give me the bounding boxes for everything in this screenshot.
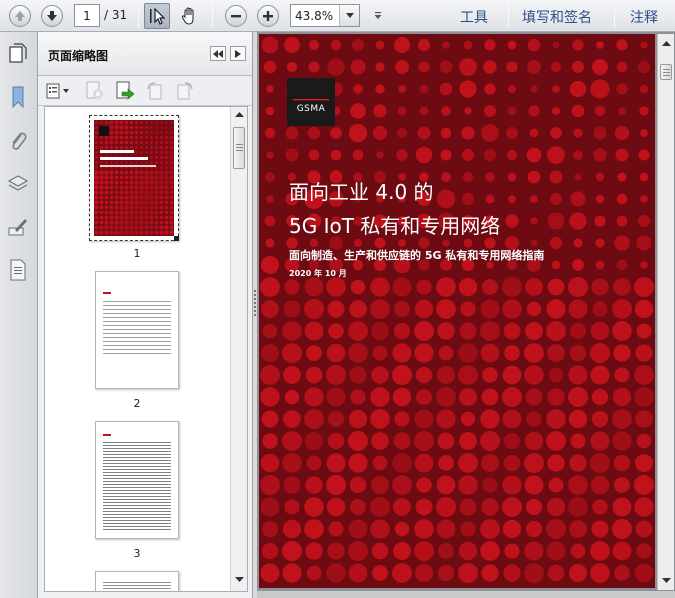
panel-header: 页面缩略图 [38,32,252,76]
cover-title-line1: 面向工业 4.0 的 [289,180,434,204]
panel-next-button[interactable] [230,46,246,61]
plus-icon [257,5,279,27]
toolbar-separator [138,4,139,28]
thumbnail-scroll-thumb[interactable] [233,127,245,169]
hand-tool-button[interactable] [178,4,202,28]
comment-link[interactable]: 注释 [630,7,658,27]
tools-link[interactable]: 工具 [460,7,488,27]
panel-tools [38,76,252,106]
thumbnail-1-label: 1 [133,247,141,260]
navigation-icon-bar [0,32,38,598]
collapse-panel-button[interactable] [210,46,226,61]
cover-pattern-mini [94,120,174,235]
gsma-logo: GSMA [287,78,335,126]
rotate-ccw-button[interactable] [144,81,166,105]
pages-icon [9,43,27,63]
document-scrollbar[interactable] [657,34,674,590]
select-tool-button[interactable] [144,3,170,29]
toolbar-more-button[interactable] [366,4,390,28]
chevron-right-icon [235,49,241,58]
thumbnails-panel: 页面缩略图 1 2 3 [38,32,252,598]
page-number-value: 1 [83,8,91,23]
chevron-down-icon [345,12,354,18]
logo-text: GSMA [296,104,326,114]
zoom-in-button[interactable] [256,4,280,28]
zoom-dropdown-button[interactable] [339,5,359,26]
zoom-out-button[interactable] [224,4,248,28]
layers-nav-button[interactable] [5,170,31,196]
options-menu-button[interactable] [46,82,72,100]
bookmark-icon [12,86,24,108]
scroll-up-icon [662,41,671,46]
insert-page-icon [116,81,135,100]
scroll-down-icon [662,578,671,583]
arrow-down-icon [41,5,63,27]
toolbar-separator [212,4,213,28]
attachments-nav-button[interactable] [5,128,31,154]
toolbar-separator [508,4,509,28]
arrow-up-icon [9,5,31,27]
more-menu-icon [374,12,382,19]
thumbnail-2-label: 2 [133,397,141,410]
insert-page-button[interactable] [114,81,136,105]
rotate-left-icon [147,82,162,100]
options-list-icon [46,83,69,99]
signatures-nav-button[interactable] [5,214,31,240]
double-chevron-left-icon [213,49,223,58]
thumbnail-1[interactable] [89,115,179,241]
page-number-input[interactable]: 1 [74,4,100,27]
thumbnail-list[interactable]: 1 2 3 [44,106,248,592]
page-total: / 31 [104,8,128,22]
page-thumbnails-nav-button[interactable] [5,41,31,67]
thumbnail-scrollbar[interactable] [230,107,247,591]
delete-page-button[interactable] [84,81,106,105]
document-icon [10,259,26,281]
status-strip [257,591,675,598]
document-scroll-thumb[interactable] [660,64,672,80]
rotate-cw-button[interactable] [174,81,196,105]
next-page-button[interactable] [40,4,64,28]
thumbnail-2[interactable] [95,271,179,389]
fill-sign-link[interactable]: 填写和签名 [522,7,592,27]
zoom-select[interactable]: 43.8% [290,4,360,27]
thumbnail-3-label: 3 [133,547,141,560]
minus-icon [225,5,247,27]
scroll-up-icon [235,112,244,117]
hand-icon [181,7,194,25]
cover-subtitle: 面向制造、生产和供应链的 5G 私有和专用网络指南 [289,249,545,262]
signature-icon [8,219,27,236]
pdf-page-cover: GSMA 面向工业 4.0 的 5G IoT 私有和专用网络 面向制造、生产和供… [259,34,655,588]
content-nav-button[interactable] [5,257,31,283]
thumbnail-4-partial[interactable] [95,571,179,591]
main-toolbar: 1 / 31 43.8% 工具 填写和签名 注释 [0,0,675,32]
thumbnail-3[interactable] [95,421,179,539]
cursor-icon [150,7,165,25]
document-view[interactable]: GSMA 面向工业 4.0 的 5G IoT 私有和专用网络 面向制造、生产和供… [257,32,675,598]
cover-title-line2: 5G IoT 私有和专用网络 [289,214,501,238]
layers-icon [7,175,29,191]
paperclip-icon [12,132,27,150]
toolbar-separator [614,4,615,28]
cover-date: 2020 年 10 月 [289,269,347,278]
delete-page-icon [86,81,103,99]
panel-title: 页面缩略图 [48,49,109,63]
previous-page-button[interactable] [8,4,32,28]
bookmarks-nav-button[interactable] [5,84,31,110]
rotate-right-icon [177,82,193,100]
zoom-value: 43.8% [295,9,334,23]
scroll-down-icon [235,577,244,582]
